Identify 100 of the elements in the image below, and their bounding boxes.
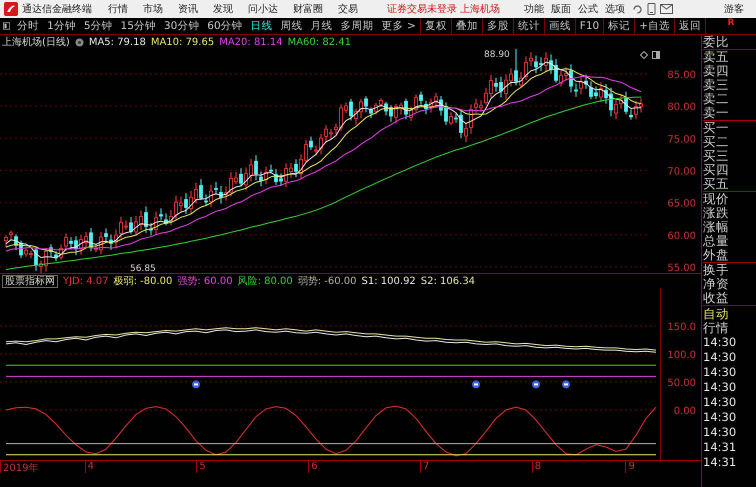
quote-field-label: 总量 bbox=[703, 234, 730, 248]
time-axis-label: 5 bbox=[196, 461, 308, 473]
menu-item[interactable]: 公式 bbox=[578, 2, 598, 16]
time-axis-label: 2019年 bbox=[0, 461, 85, 473]
quote-field-label: 买一 bbox=[703, 121, 730, 135]
high-price-label: 88.90 bbox=[484, 50, 510, 60]
time-axis-label: 6 bbox=[308, 461, 420, 473]
period-tab[interactable]: 分时 bbox=[13, 19, 44, 33]
diamond-icon[interactable] bbox=[640, 52, 648, 58]
window-icon[interactable] bbox=[652, 52, 660, 58]
indicator-value: S2: 106.34 bbox=[420, 276, 476, 286]
trade-time: 14:30 bbox=[703, 410, 738, 425]
time-axis-label: 9 bbox=[625, 461, 701, 473]
quote-field-label: 买二 bbox=[703, 135, 730, 149]
menu-item[interactable]: 财富圈 bbox=[293, 2, 323, 16]
trade-time: 14:31 bbox=[703, 440, 738, 455]
menu-item[interactable]: 交易 bbox=[338, 2, 358, 16]
phone-icon[interactable] bbox=[647, 3, 656, 15]
quote-field-label: 买五 bbox=[703, 177, 756, 192]
toolbar-button[interactable]: 复权 bbox=[420, 18, 451, 34]
gear-icon[interactable] bbox=[74, 38, 84, 46]
login-notice[interactable]: 证券交易未登录 上海机场 bbox=[387, 2, 500, 16]
period-tab[interactable]: 60分钟 bbox=[203, 19, 247, 33]
period-tab[interactable]: 15分钟 bbox=[116, 19, 160, 33]
toolbar-button[interactable]: 画线 bbox=[544, 18, 575, 34]
indicator-value: 极弱: -80.00 bbox=[114, 274, 172, 288]
toolbar-button[interactable]: F10 bbox=[574, 18, 604, 34]
quote-field-label: 委比 bbox=[703, 35, 756, 50]
menu-item[interactable]: 市场 bbox=[143, 2, 163, 16]
ma-value: MA5: 79.18 bbox=[88, 36, 146, 48]
indicator-value: YJD: 4.07 bbox=[63, 276, 109, 286]
auto-tab[interactable]: 自动 bbox=[703, 305, 756, 321]
user-label[interactable]: 游客 bbox=[724, 2, 744, 16]
time-axis-label: 7 bbox=[420, 461, 532, 473]
price-axis-label: 55.00 bbox=[667, 262, 696, 273]
toolbar-button[interactable]: 统计 bbox=[512, 18, 544, 34]
indicator-value: S1: 100.92 bbox=[362, 276, 416, 286]
mail-icon[interactable] bbox=[660, 4, 674, 14]
refresh-icon[interactable] bbox=[632, 4, 644, 14]
toolbar-button[interactable]: +自选 bbox=[634, 18, 674, 34]
trade-time: 14:30 bbox=[703, 365, 738, 380]
quote-field-label: 涨幅 bbox=[703, 220, 730, 234]
quote-field-label: 涨跌 bbox=[703, 206, 730, 220]
period-tab[interactable]: 周线 bbox=[276, 19, 307, 33]
menu-item[interactable]: 问小达 bbox=[248, 2, 278, 16]
price-axis-label: 75.00 bbox=[667, 134, 696, 146]
trade-time: 14:30 bbox=[703, 350, 738, 365]
period-tab[interactable]: 5分钟 bbox=[80, 19, 117, 33]
signal-icon bbox=[192, 380, 200, 388]
indicator-axis-label: 50.00 bbox=[667, 378, 696, 389]
quote-field-label: 净资 bbox=[703, 277, 730, 291]
quote-field-label: 买四 bbox=[703, 163, 730, 177]
app-title: 通达信金融终端 bbox=[22, 2, 92, 16]
period-tab[interactable]: 月线 bbox=[306, 19, 337, 33]
menu-item[interactable]: 选项 bbox=[605, 2, 626, 16]
quote-field-label: 卖一 bbox=[703, 106, 756, 121]
period-tab[interactable]: 1分钟 bbox=[43, 19, 80, 33]
period-tab[interactable]: 30分钟 bbox=[160, 19, 204, 33]
indicator-axis-label: 0.00 bbox=[674, 406, 696, 417]
low-price-label: 56.85 bbox=[130, 264, 156, 273]
panel-toggle-icon[interactable] bbox=[3, 21, 10, 31]
trade-time: 14:31 bbox=[703, 455, 738, 470]
quote-field-label: 卖二 bbox=[703, 92, 730, 106]
trade-time: 14:30 bbox=[703, 335, 738, 350]
indicator-value: 强势: 60.00 bbox=[177, 274, 233, 288]
toolbar-button[interactable]: 标记 bbox=[603, 18, 634, 34]
toolbar-button[interactable]: 叠加 bbox=[450, 18, 482, 34]
indicator-axis-label: 150.0 bbox=[667, 322, 696, 334]
price-axis-label: 65.00 bbox=[667, 198, 696, 210]
section-label: 行情 bbox=[703, 321, 730, 335]
price-axis-label: 85.00 bbox=[667, 70, 696, 81]
menu-item[interactable]: 版面 bbox=[551, 2, 572, 16]
indicator-value: 弱势: -60.00 bbox=[298, 274, 357, 288]
time-axis-label: 8 bbox=[532, 461, 626, 473]
period-tab[interactable]: 日线 bbox=[246, 19, 277, 33]
indicator-value: 风险: 80.00 bbox=[238, 275, 293, 288]
ma-value: MA20: 81.14 bbox=[219, 36, 283, 48]
toolbar-button[interactable]: 多股 bbox=[482, 18, 513, 34]
quote-field-label: 换手 bbox=[703, 263, 730, 277]
indicator-title[interactable]: 股票指标网 bbox=[2, 274, 58, 288]
trade-time: 14:30 bbox=[703, 395, 738, 410]
period-tab[interactable]: 多周期 bbox=[336, 19, 378, 33]
quote-field-label: 买三 bbox=[703, 149, 730, 163]
quote-field-label: 收益 bbox=[703, 291, 730, 305]
signal-icon bbox=[532, 380, 540, 388]
quote-field-label: 卖五 bbox=[703, 50, 730, 64]
menu-item[interactable]: 功能 bbox=[524, 2, 544, 16]
stock-title: 上海机场(日线) bbox=[2, 36, 70, 49]
menu-item[interactable]: 资讯 bbox=[178, 2, 198, 16]
menu-item[interactable]: 行情 bbox=[108, 2, 128, 16]
quote-field-label: 卖三 bbox=[703, 78, 730, 92]
quote-field-label: 外盘 bbox=[703, 248, 756, 263]
price-axis-label: 80.00 bbox=[667, 102, 696, 114]
toolbar-button[interactable]: 返回 bbox=[674, 18, 705, 34]
menu-item[interactable]: 发现 bbox=[213, 2, 233, 16]
period-tab[interactable]: 更多 > bbox=[378, 19, 420, 33]
indicator-axis-label: 100.0 bbox=[667, 350, 696, 361]
signal-icon bbox=[472, 380, 480, 388]
price-axis-label: 60.00 bbox=[667, 230, 696, 242]
time-axis-label: 4 bbox=[84, 461, 196, 473]
